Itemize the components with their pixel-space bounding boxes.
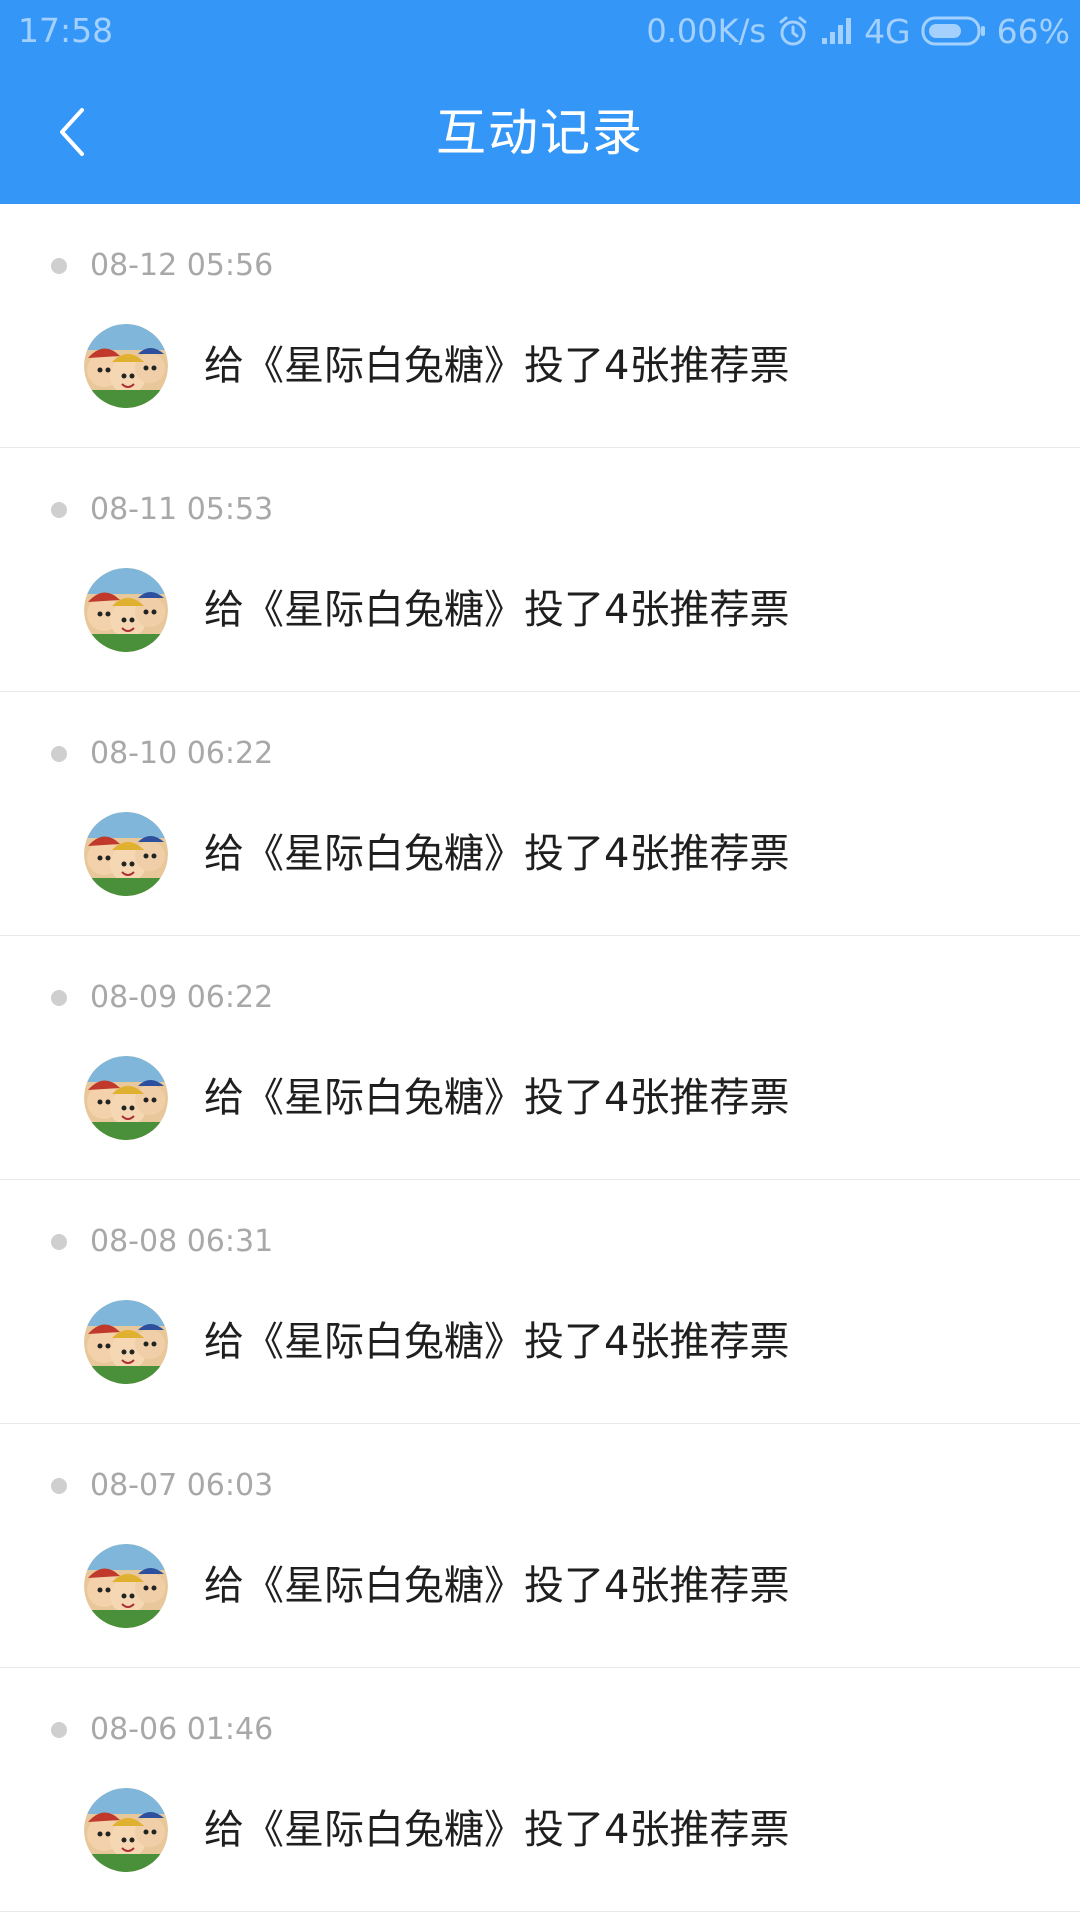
record-timestamp: 08-06 01:46 [90, 1712, 274, 1747]
nav-bar: 互动记录 [0, 62, 1080, 204]
record-description: 给《星际白兔糖》投了4张推荐票 [204, 1319, 790, 1365]
back-button[interactable] [40, 100, 104, 164]
record-description: 给《星际白兔糖》投了4张推荐票 [204, 343, 790, 389]
status-time: 17:58 [18, 11, 114, 50]
user-avatar[interactable] [84, 568, 168, 652]
record-timestamp: 08-12 05:56 [90, 248, 274, 283]
network-speed: 0.00K/s [646, 12, 767, 50]
user-avatar[interactable] [84, 1300, 168, 1384]
record-description: 给《星际白兔糖》投了4张推荐票 [204, 587, 790, 633]
timeline-dot [51, 502, 67, 518]
timeline-dot [51, 746, 67, 762]
app-screen: 17:58 0.00K/s 4G 66% 互动记录 08-12 05:56 给《… [0, 0, 1080, 1920]
page-title: 互动记录 [436, 104, 644, 162]
record-description: 给《星际白兔糖》投了4张推荐票 [204, 1807, 790, 1853]
network-type: 4G [864, 11, 911, 51]
record-item[interactable]: 08-11 05:53 给《星际白兔糖》投了4张推荐票 [0, 448, 1080, 692]
timeline-dot [51, 990, 67, 1006]
timeline-dot [51, 1234, 67, 1250]
user-avatar[interactable] [84, 1788, 168, 1872]
battery-percent: 66% [996, 11, 1070, 51]
record-description: 给《星际白兔糖》投了4张推荐票 [204, 831, 790, 877]
user-avatar[interactable] [84, 324, 168, 408]
record-description: 给《星际白兔糖》投了4张推荐票 [204, 1563, 790, 1609]
alarm-clock-icon [776, 14, 810, 48]
timeline-dot [51, 1478, 67, 1494]
record-description: 给《星际白兔糖》投了4张推荐票 [204, 1075, 790, 1121]
record-timestamp: 08-10 06:22 [90, 736, 274, 771]
record-item[interactable]: 08-07 06:03 给《星际白兔糖》投了4张推荐票 [0, 1424, 1080, 1668]
status-indicators: 0.00K/s 4G 66% [636, 10, 1070, 52]
cell-signal-icon [820, 16, 854, 46]
user-avatar[interactable] [84, 1056, 168, 1140]
battery-icon [921, 15, 987, 47]
record-list: 08-12 05:56 给《星际白兔糖》投了4张推荐票 08-11 05:53 [0, 204, 1080, 1912]
record-item[interactable]: 08-09 06:22 给《星际白兔糖》投了4张推荐票 [0, 936, 1080, 1180]
record-item[interactable]: 08-06 01:46 给《星际白兔糖》投了4张推荐票 [0, 1668, 1080, 1912]
user-avatar[interactable] [84, 812, 168, 896]
record-item[interactable]: 08-12 05:56 给《星际白兔糖》投了4张推荐票 [0, 204, 1080, 448]
user-avatar[interactable] [84, 1544, 168, 1628]
header: 17:58 0.00K/s 4G 66% 互动记录 [0, 0, 1080, 204]
record-timestamp: 08-07 06:03 [90, 1468, 274, 1503]
record-timestamp: 08-09 06:22 [90, 980, 274, 1015]
record-item[interactable]: 08-08 06:31 给《星际白兔糖》投了4张推荐票 [0, 1180, 1080, 1424]
timeline-dot [51, 1722, 67, 1738]
record-timestamp: 08-08 06:31 [90, 1224, 274, 1259]
chevron-left-icon [60, 108, 84, 156]
status-bar: 17:58 0.00K/s 4G 66% [0, 0, 1080, 62]
record-item[interactable]: 08-10 06:22 给《星际白兔糖》投了4张推荐票 [0, 692, 1080, 936]
record-timestamp: 08-11 05:53 [90, 492, 274, 527]
timeline-dot [51, 258, 67, 274]
